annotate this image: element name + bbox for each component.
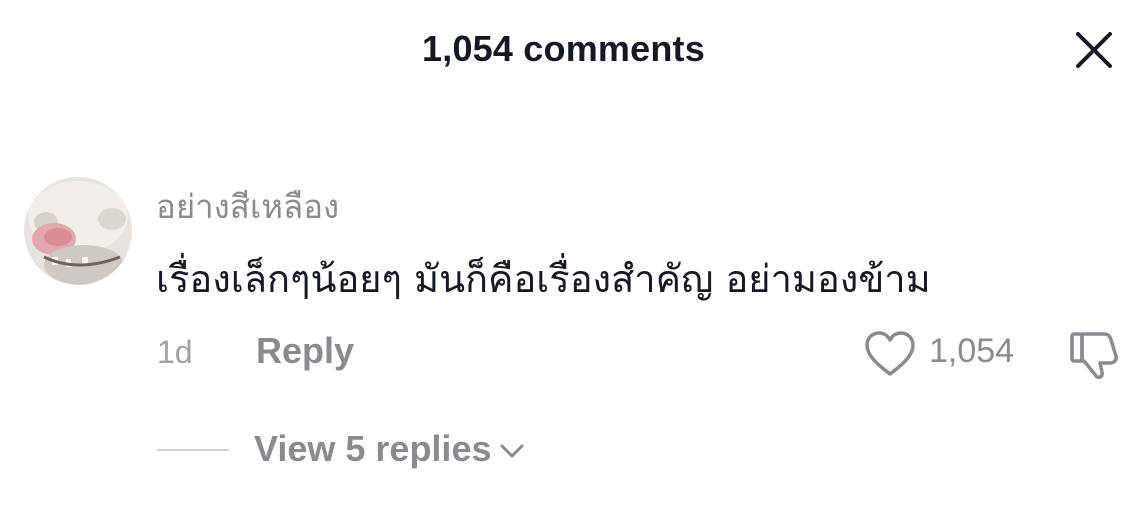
page-title: 1,054 comments	[422, 28, 705, 69]
view-replies-label[interactable]: View 5 replies	[254, 428, 491, 470]
close-icon[interactable]	[1074, 30, 1114, 70]
thumbs-down-icon[interactable]	[1068, 328, 1122, 380]
reply-button[interactable]: Reply	[256, 330, 354, 372]
comment-username[interactable]: อย่างสีเหลือง	[156, 180, 339, 233]
like-count: 1,054	[929, 332, 1015, 370]
view-replies-button[interactable]: View 5 replies	[254, 428, 525, 470]
avatar[interactable]	[24, 177, 132, 285]
comment-text: เรื่องเล็กๆน้อยๆ มันก็คือเรื่องสำคัญ อย่…	[156, 257, 931, 301]
replies-divider	[157, 449, 229, 451]
chevron-down-icon[interactable]	[499, 443, 525, 459]
close-button[interactable]	[1072, 28, 1116, 72]
heart-icon[interactable]	[864, 330, 916, 378]
comment-time: 1d	[157, 334, 193, 370]
